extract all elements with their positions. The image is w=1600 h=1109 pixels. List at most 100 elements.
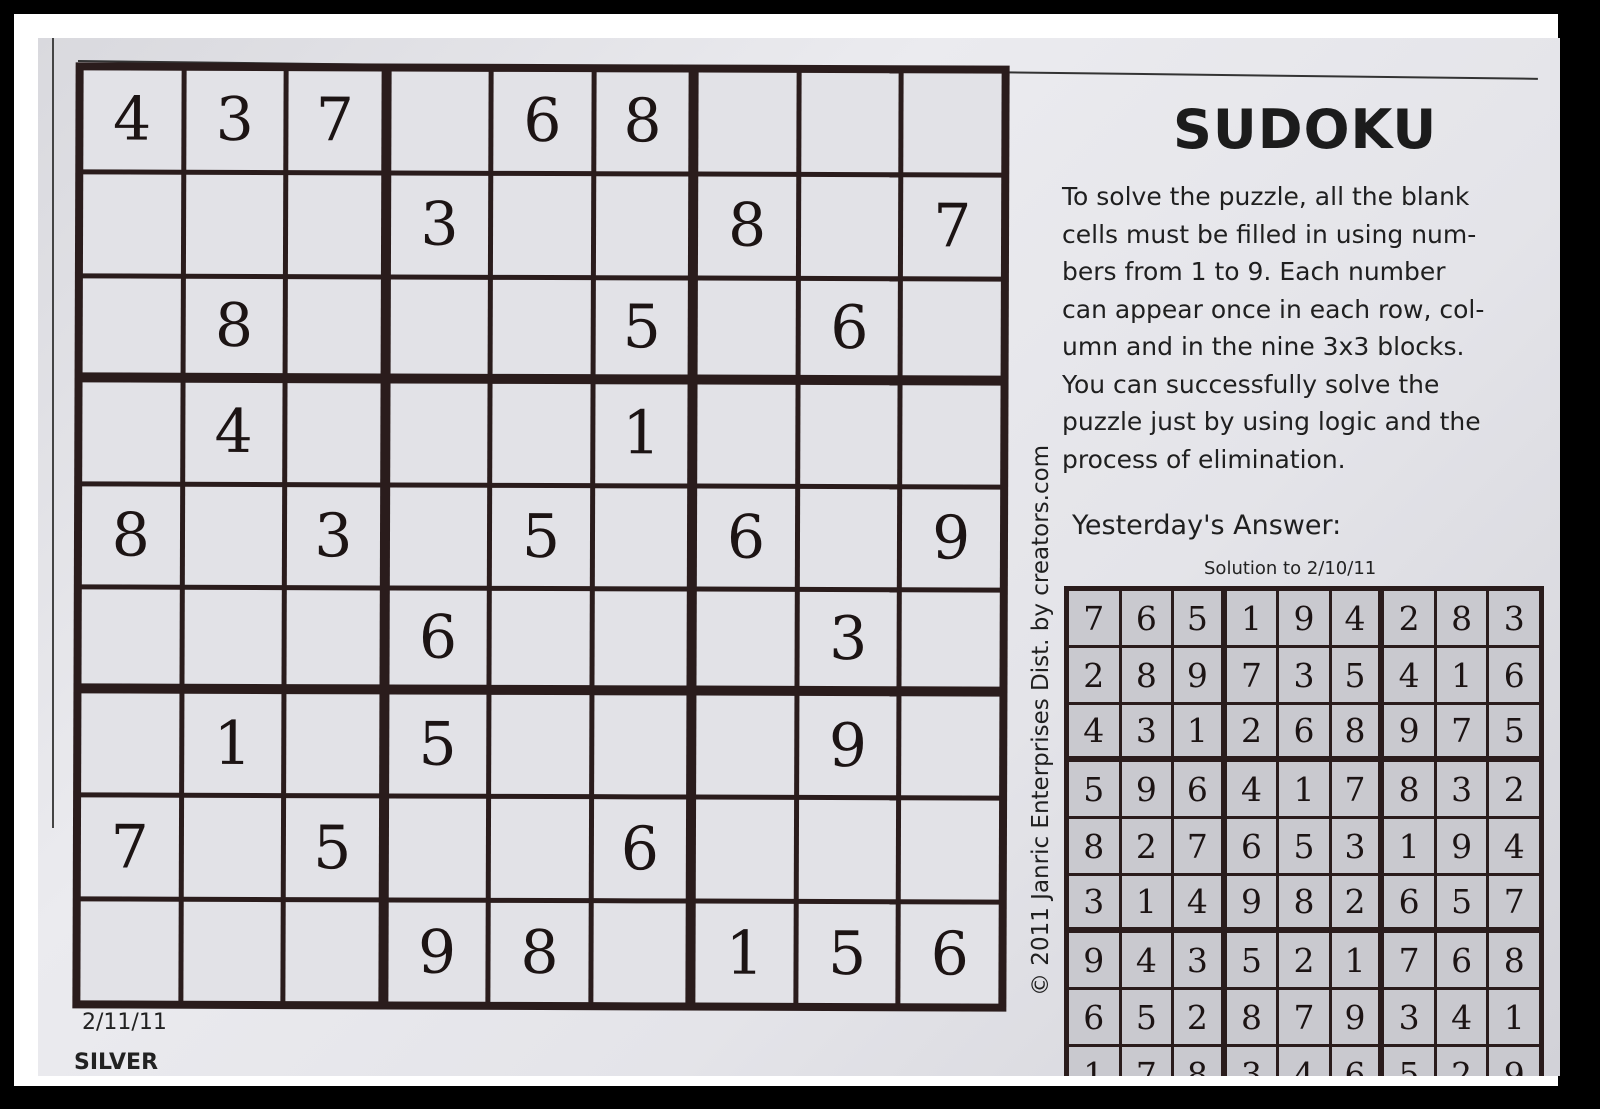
- puzzle-cell: 3: [390, 175, 489, 275]
- solution-cell: 6: [1069, 990, 1119, 1044]
- puzzle-cell: 9: [388, 902, 486, 1002]
- solution-cell: 3: [1226, 1047, 1277, 1076]
- puzzle-cell: [82, 174, 181, 274]
- solution-cell: 9: [1226, 876, 1277, 927]
- puzzle-cell: [184, 486, 283, 586]
- solution-cell: 3: [1121, 705, 1172, 756]
- puzzle-cell: [82, 382, 181, 482]
- solution-cell: 5: [1279, 819, 1329, 873]
- puzzle-difficulty: SILVER: [74, 1050, 159, 1075]
- solution-cell: 8: [1226, 990, 1277, 1044]
- puzzle-cell: [800, 384, 898, 484]
- solution-cell: 1: [1489, 990, 1539, 1044]
- solution-cell: 5: [1384, 1047, 1434, 1076]
- puzzle-cell: 1: [594, 383, 688, 484]
- solution-cell: 9: [1279, 591, 1329, 645]
- puzzle-cell: [696, 799, 794, 899]
- puzzle-date: 2/11/11: [82, 1010, 167, 1035]
- puzzle-cell: [490, 799, 589, 899]
- solution-cell: 4: [1279, 1047, 1329, 1076]
- solution-cell: 1: [1174, 705, 1221, 756]
- solution-cell: 4: [1436, 990, 1487, 1044]
- yesterdays-answer-heading: Yesterday's Answer:: [1072, 510, 1342, 541]
- solution-cell: 6: [1384, 876, 1434, 927]
- solution-caption: Solution to 2/10/11: [1204, 558, 1377, 579]
- puzzle-cell: 7: [80, 797, 179, 897]
- puzzle-cell: [285, 902, 379, 1002]
- solution-cell: 8: [1174, 1047, 1221, 1076]
- puzzle-cell: [81, 693, 179, 793]
- solution-cell: 7: [1436, 705, 1487, 756]
- puzzle-cell: [286, 694, 380, 794]
- solution-cell: 9: [1121, 762, 1172, 816]
- solution-cell: 7: [1331, 762, 1379, 816]
- puzzle-cell: 3: [799, 592, 898, 687]
- instructions-line: cells must be filled in using num-: [1062, 219, 1477, 249]
- solution-cell: 6: [1489, 648, 1539, 702]
- solution-cell: 8: [1121, 648, 1172, 702]
- puzzle-cell: 8: [596, 72, 689, 172]
- solution-cell: 9: [1384, 705, 1434, 756]
- solution-cell: 8: [1436, 591, 1487, 645]
- puzzle-cell: [81, 589, 180, 685]
- solution-cell: 2: [1279, 933, 1329, 987]
- puzzle-cell: [903, 281, 1001, 376]
- puzzle-cell: [593, 695, 687, 795]
- puzzle-cell: [698, 72, 797, 172]
- puzzle-cell: [80, 901, 179, 1001]
- puzzle-cell: [493, 175, 592, 275]
- puzzle-cell: [286, 590, 380, 685]
- solution-cell: 8: [1069, 819, 1119, 873]
- puzzle-cell: [492, 383, 591, 483]
- solution-cell: 5: [1069, 762, 1119, 816]
- solution-cell: 7: [1069, 591, 1119, 645]
- solution-cell: 7: [1279, 990, 1329, 1044]
- solution-cell: 3: [1069, 876, 1119, 927]
- puzzle-cell: 6: [800, 280, 899, 375]
- instructions-line: can appear once in each row, col-: [1062, 294, 1485, 324]
- solution-cell: 5: [1436, 876, 1487, 927]
- puzzle-cell: 8: [698, 176, 797, 276]
- solution-cell: 1: [1436, 648, 1487, 702]
- puzzle-cell: 3: [185, 70, 284, 170]
- instructions-line: process of elimination.: [1062, 444, 1346, 474]
- puzzle-cell: [696, 591, 795, 687]
- puzzle-cell: 8: [185, 278, 284, 373]
- puzzle-cell: [903, 73, 1002, 173]
- puzzle-cell: 6: [900, 904, 999, 1004]
- puzzle-cell: [288, 174, 381, 275]
- puzzle-cell: [593, 903, 687, 1003]
- puzzle-cell: [82, 278, 181, 373]
- solution-cell: 9: [1069, 933, 1119, 987]
- puzzle-cell: 1: [183, 694, 282, 794]
- solution-grid: 7651942832897354164312689755964178328276…: [1064, 586, 1544, 1076]
- solution-cell: 8: [1279, 876, 1329, 927]
- solution-cell: 5: [1489, 705, 1539, 756]
- puzzle-cell: 9: [798, 696, 897, 796]
- puzzle-cell: [389, 383, 488, 483]
- puzzle-cell: [389, 487, 488, 587]
- solution-cell: 2: [1069, 648, 1119, 702]
- solution-cell: 2: [1174, 990, 1221, 1044]
- puzzle-cell: [799, 488, 898, 588]
- puzzle-cell: [594, 487, 688, 587]
- solution-cell: 7: [1226, 648, 1277, 702]
- solution-cell: 1: [1069, 1047, 1119, 1076]
- puzzle-cell: [901, 696, 1000, 796]
- instructions-line: umn and in the nine 3x3 blocks.: [1062, 332, 1465, 361]
- puzzle-cell: [801, 72, 900, 173]
- photo-frame: 4376838785641835696315975698156 SUDOKU T…: [14, 14, 1560, 1086]
- solution-cell: 4: [1489, 819, 1539, 873]
- solution-cell: 1: [1226, 591, 1277, 645]
- solution-cell: 9: [1331, 990, 1379, 1044]
- solution-cell: 6: [1121, 591, 1172, 645]
- solution-cell: 7: [1384, 933, 1434, 987]
- puzzle-cell: [697, 384, 796, 484]
- solution-cell: 7: [1489, 876, 1539, 927]
- instructions-line: You can successfully solve the: [1062, 369, 1440, 399]
- solution-cell: 3: [1436, 762, 1487, 816]
- puzzle-cell: 7: [903, 177, 1002, 277]
- puzzle-cell: [390, 71, 489, 171]
- instructions-line: puzzle just by using logic and the: [1062, 407, 1481, 436]
- solution-cell: 2: [1384, 591, 1434, 645]
